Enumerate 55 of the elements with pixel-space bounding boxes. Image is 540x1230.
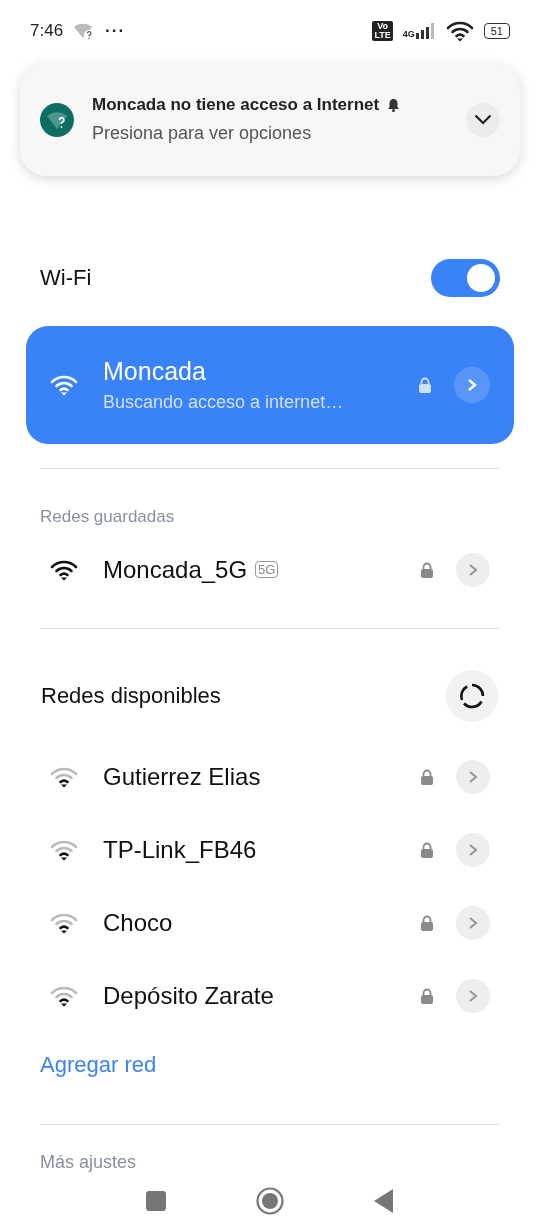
section-heading: Más ajustes — [39, 1151, 138, 1173]
triangle-icon — [374, 1189, 394, 1213]
connected-network-card[interactable]: Moncada Buscando acceso a internet… — [26, 326, 514, 444]
back-button[interactable] — [374, 1189, 394, 1213]
chevron-down-icon — [474, 114, 492, 125]
add-network-link[interactable]: Agregar red — [0, 1052, 197, 1078]
wifi-signal-icon — [50, 838, 78, 861]
chevron-icon — [468, 562, 478, 577]
details-button[interactable] — [456, 552, 490, 587]
details-button[interactable] — [456, 978, 490, 1013]
expand-button[interactable] — [466, 102, 500, 137]
wifi-signal-icon — [50, 374, 78, 396]
square-icon — [146, 1191, 166, 1211]
overflow-dots: ··· — [105, 21, 126, 41]
network-name[interactable]: Depósito Zarate — [103, 981, 274, 1010]
battery-level: 51 — [483, 23, 510, 39]
network-name[interactable]: Choco — [103, 908, 173, 937]
cell-signal-icon — [415, 23, 436, 39]
chevron-icon — [467, 378, 477, 392]
details-button[interactable] — [456, 759, 490, 794]
network-name[interactable]: Moncada_5G — [103, 555, 248, 584]
network-name: Moncada — [103, 357, 207, 386]
network-type: 4G — [402, 29, 415, 39]
notification-text: Presiona para ver opciones — [92, 123, 313, 144]
notification-title: Moncada no tiene acceso a Internet — [92, 95, 380, 115]
refresh-button[interactable] — [446, 670, 498, 722]
wifi-signal-icon — [50, 765, 78, 788]
wifi-toggle[interactable] — [431, 259, 500, 297]
bell-icon — [387, 98, 401, 112]
clock: 7:46 — [30, 21, 64, 41]
details-button[interactable] — [454, 367, 490, 403]
wifi-label: Wi-Fi — [40, 265, 93, 291]
circle-icon — [256, 1187, 284, 1215]
chevron-icon — [468, 988, 478, 1003]
notification-card[interactable]: Moncada no tiene acceso a Internet Presiona para ver opciones — [20, 63, 520, 176]
section-heading: Redes disponibles — [41, 683, 222, 709]
wifi-signal-icon — [50, 984, 78, 1007]
details-button[interactable] — [456, 905, 490, 940]
refresh-icon — [459, 683, 485, 709]
band-tag: 5G — [255, 561, 279, 578]
wifi-status-icon — [445, 20, 474, 42]
network-name[interactable]: Gutierrez Elias — [103, 762, 261, 791]
chevron-icon — [468, 842, 478, 857]
section-heading: Redes guardadas — [39, 507, 176, 527]
network-name[interactable]: TP-Link_FB46 — [103, 835, 257, 864]
wifi-question-icon — [40, 102, 74, 137]
recents-button[interactable] — [146, 1191, 166, 1211]
details-button[interactable] — [456, 832, 490, 867]
wifi-signal-icon — [50, 911, 78, 934]
chevron-icon — [468, 769, 478, 784]
home-button[interactable] — [256, 1187, 284, 1215]
wifi-signal-icon — [50, 558, 78, 581]
chevron-icon — [468, 915, 478, 930]
volte-badge: Vo LTE — [372, 21, 393, 41]
connection-status: Buscando acceso a internet… — [103, 392, 345, 413]
